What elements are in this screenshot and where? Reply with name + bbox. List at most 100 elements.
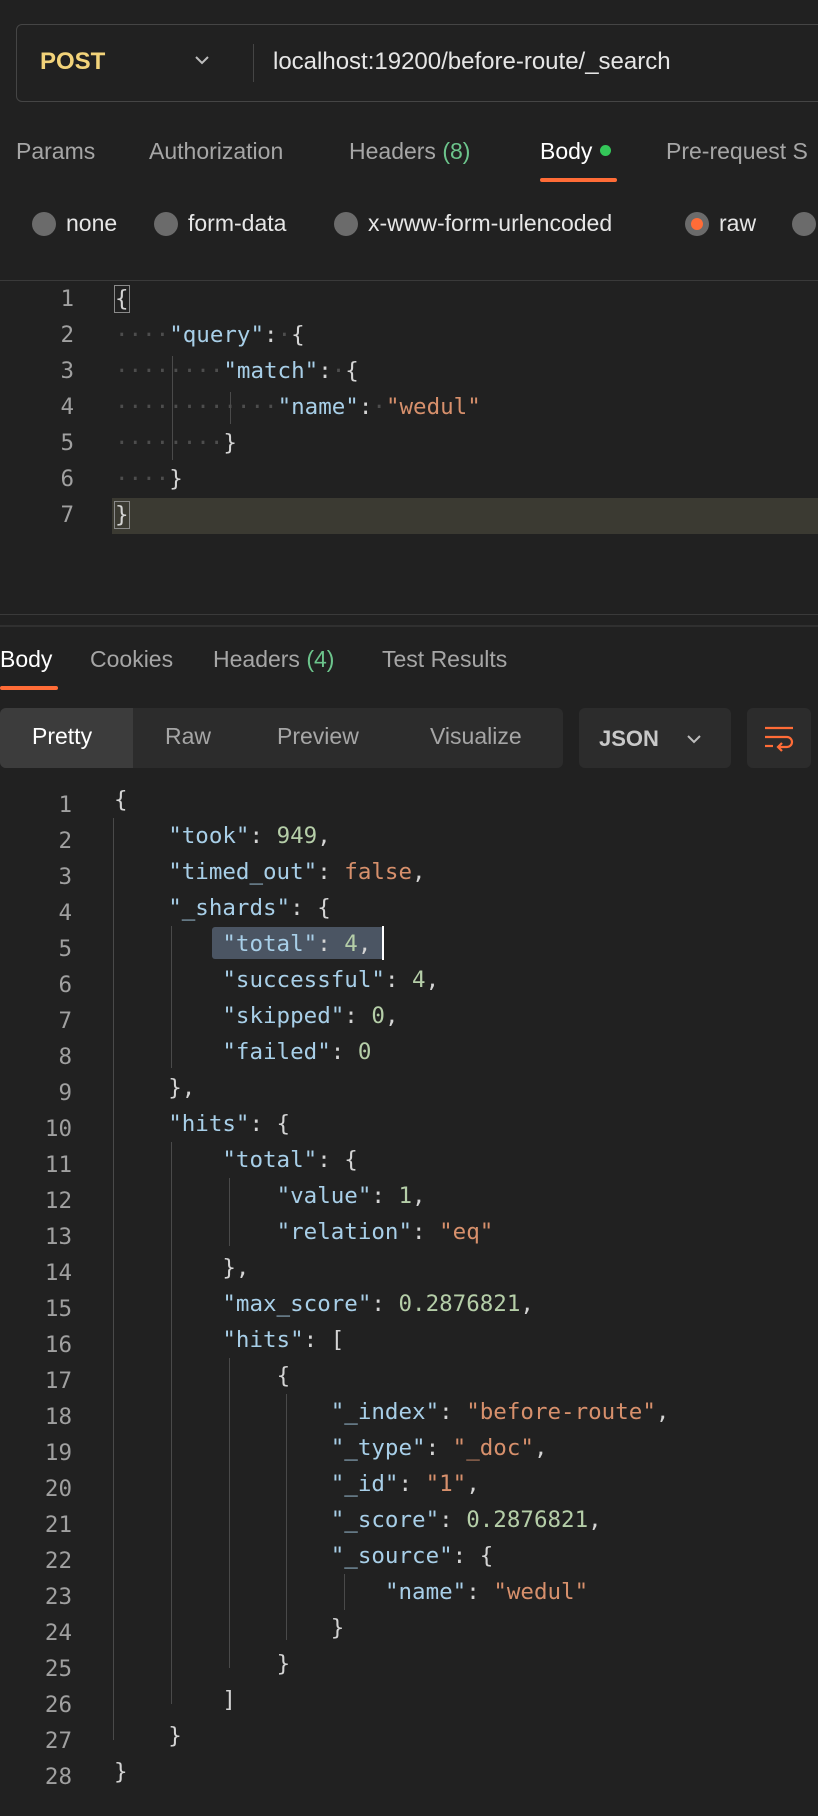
json-string: "wedul" <box>493 1579 589 1605</box>
chevron-down-icon <box>687 735 701 744</box>
code-line: "max_score": 0.2876821, <box>222 1291 534 1317</box>
code-line: ····} <box>115 466 183 492</box>
line-number: 2 <box>60 322 74 348</box>
code-line: "took": 949, <box>168 823 331 849</box>
code-line: "_shards": { <box>168 895 331 921</box>
text-cursor <box>382 926 384 960</box>
line-number: 5 <box>60 430 74 456</box>
json-boolean: false <box>344 859 413 885</box>
url-separator <box>253 44 254 82</box>
json-key: "match" <box>223 358 319 384</box>
code-line: ············"name":·"wedul" <box>115 394 481 420</box>
response-headers-count: (4) <box>306 646 335 672</box>
json-string: "eq" <box>439 1219 494 1245</box>
response-tab-body[interactable]: Body <box>0 646 52 673</box>
code-line: "name": "wedul" <box>384 1579 589 1605</box>
code-line: "_index": "before-route", <box>330 1399 670 1425</box>
radio-binary[interactable] <box>792 212 816 236</box>
response-line-numbers: 1 2 3 4 5 6 7 8 9 10 11 12 13 14 15 16 1… <box>44 792 72 1790</box>
json-key: "query" <box>169 322 265 348</box>
json-string: "before-route" <box>466 1399 656 1425</box>
view-pretty[interactable]: Pretty <box>32 723 92 750</box>
active-tab-indicator <box>540 178 617 182</box>
json-number: 0 <box>371 1003 385 1029</box>
code-line: { <box>114 787 128 813</box>
code-line: { <box>114 285 130 313</box>
json-number: 949 <box>276 823 318 849</box>
json-number: 0 <box>357 1039 372 1065</box>
code-line: "_id": "1", <box>330 1471 480 1497</box>
editor-border <box>0 280 818 281</box>
editor-border <box>0 614 818 615</box>
brace: } <box>169 466 183 492</box>
code-line: "successful": 4, <box>222 967 440 993</box>
code-line: "total": 4, <box>222 931 372 957</box>
code-line: "hits": [ <box>222 1327 345 1353</box>
tab-headers-label: Headers <box>349 138 436 164</box>
view-raw[interactable]: Raw <box>165 723 211 750</box>
brace: } <box>114 501 130 529</box>
radio-raw[interactable] <box>685 212 709 236</box>
url-input[interactable]: localhost:19200/before-route/_search <box>273 48 671 76</box>
radio-form-data[interactable] <box>154 212 178 236</box>
tab-authorization[interactable]: Authorization <box>149 138 283 165</box>
line-number: 4 <box>60 394 74 420</box>
view-preview[interactable]: Preview <box>277 723 359 750</box>
json-number: 0.2876821 <box>466 1507 589 1533</box>
radio-none[interactable] <box>32 212 56 236</box>
json-number: 1 <box>398 1183 413 1209</box>
code-line: "_source": { <box>330 1543 494 1569</box>
code-line: "hits": { <box>168 1111 291 1137</box>
line-number: 7 <box>60 502 74 528</box>
brace: } <box>223 430 237 456</box>
code-line: } <box>276 1651 291 1677</box>
code-line: "_score": 0.2876821, <box>330 1507 602 1533</box>
code-line: "timed_out": false, <box>168 859 426 885</box>
code-line: } <box>114 1759 128 1785</box>
radio-raw-label: raw <box>719 210 757 236</box>
code-line: } <box>330 1615 345 1641</box>
radio-urlencoded-label: x-www-form-urlencoded <box>368 210 613 236</box>
brace: { <box>114 285 130 313</box>
code-line: "value": 1, <box>276 1183 426 1209</box>
code-line: "skipped": 0, <box>222 1003 399 1029</box>
active-response-tab-indicator <box>0 686 58 690</box>
code-line: }, <box>222 1255 250 1281</box>
code-line: "relation": "eq" <box>276 1219 494 1245</box>
code-line: ] <box>222 1687 236 1713</box>
code-line: "total": { <box>222 1147 358 1173</box>
tab-params[interactable]: Params <box>16 138 95 165</box>
line-number: 3 <box>60 358 74 384</box>
response-tab-headers[interactable]: Headers (4) <box>213 646 334 673</box>
code-line: "failed": 0 <box>222 1039 372 1065</box>
json-number: 0.2876821 <box>398 1291 521 1317</box>
line-number: 6 <box>60 466 74 492</box>
code-line: } <box>168 1723 182 1749</box>
code-line: } <box>114 501 130 529</box>
json-number: 4 <box>412 967 426 993</box>
body-modified-dot <box>600 145 612 157</box>
tab-body[interactable]: Body <box>540 138 612 165</box>
code-line: "_type": "_doc", <box>330 1435 548 1461</box>
tab-prerequest[interactable]: Pre-request S <box>666 138 808 165</box>
current-line-highlight <box>112 498 818 534</box>
code-line: ····"query":·{ <box>115 322 305 348</box>
code-line: { <box>276 1363 291 1389</box>
response-tab-cookies[interactable]: Cookies <box>90 646 173 673</box>
json-string: "_doc" <box>452 1435 534 1461</box>
wrap-lines-icon <box>765 726 794 752</box>
response-tab-test-results[interactable]: Test Results <box>382 646 507 673</box>
tab-headers[interactable]: Headers (8) <box>349 138 470 165</box>
code-line: ········} <box>115 430 237 456</box>
headers-count: (8) <box>442 138 471 164</box>
pane-resizer[interactable] <box>0 625 818 627</box>
chevron-down-icon[interactable] <box>192 50 212 70</box>
json-number: 4 <box>344 931 358 957</box>
radio-urlencoded[interactable] <box>334 212 358 236</box>
method-select[interactable]: POST <box>40 48 105 76</box>
radio-none-label: none <box>66 210 118 236</box>
format-select-label: JSON <box>599 726 659 751</box>
radio-form-data-label: form-data <box>188 210 287 236</box>
json-string: "1" <box>425 1471 467 1497</box>
view-visualize[interactable]: Visualize <box>430 723 522 750</box>
